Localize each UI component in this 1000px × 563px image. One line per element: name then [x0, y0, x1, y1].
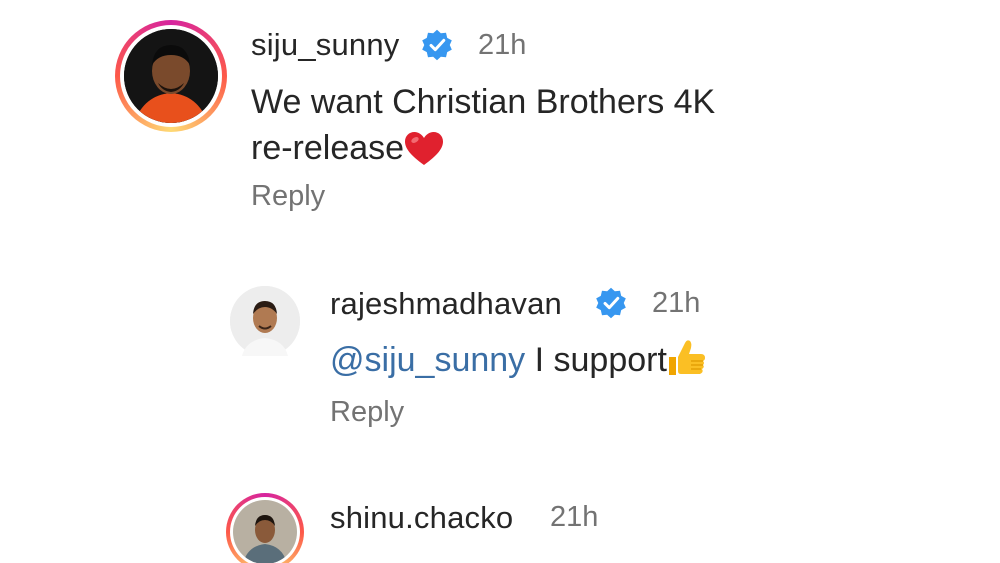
- comment-text-line: We want Christian Brothers 4K: [251, 83, 716, 121]
- comment-username[interactable]: rajeshmadhavan: [330, 286, 562, 322]
- comment-timestamp: 21h: [652, 287, 701, 319]
- comment-username[interactable]: siju_sunny: [251, 27, 399, 63]
- comment-text: We want Christian Brothers 4K re-release: [251, 79, 715, 173]
- reply-button[interactable]: Reply: [251, 180, 325, 213]
- verified-badge-icon: [420, 28, 454, 67]
- comment-timestamp: 21h: [550, 501, 599, 533]
- avatar: [233, 500, 297, 563]
- avatar-story-ring[interactable]: [226, 493, 304, 563]
- comment-text-line: re-release: [251, 125, 715, 173]
- heart-icon: [404, 127, 444, 173]
- comments-panel: siju_sunny 21h We want Christian Brother…: [0, 0, 1000, 563]
- comment-username[interactable]: shinu.chacko: [330, 500, 513, 536]
- avatar[interactable]: [230, 286, 300, 356]
- thumbs-up-icon: [667, 339, 707, 385]
- reply-button[interactable]: Reply: [330, 396, 404, 429]
- avatar-story-ring[interactable]: [115, 20, 227, 132]
- avatar: [124, 29, 218, 123]
- mention-link[interactable]: @siju_sunny: [330, 341, 525, 379]
- comment-text: @siju_sunny I support: [330, 337, 707, 385]
- verified-badge-icon: [594, 286, 628, 325]
- comment-timestamp: 21h: [478, 29, 527, 61]
